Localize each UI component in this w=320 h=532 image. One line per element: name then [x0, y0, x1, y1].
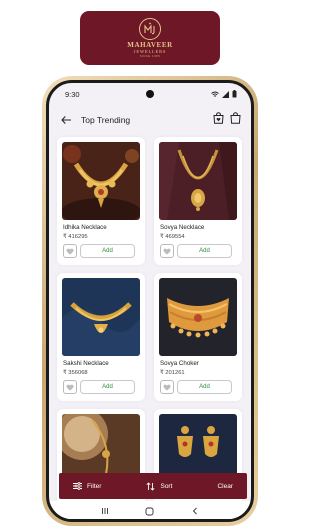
product-name: Idhika Necklace: [63, 224, 107, 231]
brand-tagline: SINCE 1985: [139, 54, 161, 58]
product-price: ₹ 356068: [63, 370, 88, 376]
signal-icon: [222, 90, 229, 98]
app-bar: Top Trending: [49, 107, 251, 133]
wifi-icon: [211, 91, 219, 97]
back-nav-icon[interactable]: [191, 507, 199, 515]
product-card[interactable]: Idhika Necklace ₹ 416295 Add: [57, 137, 145, 265]
brand-logo: MAHAVEER JEWELLERS SINCE 1985: [80, 11, 220, 65]
filter-button[interactable]: Filter: [73, 482, 101, 490]
product-image: [62, 142, 140, 220]
product-price: ₹ 469554: [160, 234, 185, 240]
add-button[interactable]: Add: [80, 244, 135, 258]
heart-icon: [66, 248, 74, 255]
back-button[interactable]: [59, 113, 73, 127]
product-image: [62, 278, 140, 356]
product-price: ₹ 416295: [63, 234, 88, 240]
arrow-left-icon: [61, 116, 71, 124]
shopping-bag-icon: [230, 112, 241, 124]
filter-icon: [73, 482, 82, 490]
product-image: [159, 278, 237, 356]
page: MAHAVEER JEWELLERS SINCE 1985 9:30 Top T…: [0, 0, 300, 532]
system-nav-bar: [49, 501, 251, 519]
product-name: Sovya Necklace: [160, 224, 205, 231]
product-image: [159, 142, 237, 220]
product-card[interactable]: Sovya Choker ₹ 201261 Add: [154, 273, 242, 401]
cart-button[interactable]: [230, 111, 241, 129]
sort-button[interactable]: Sort: [146, 481, 173, 491]
brand-name: MAHAVEER: [127, 41, 173, 49]
sort-label: Sort: [160, 482, 173, 490]
bag-heart-icon: [213, 112, 224, 124]
product-price: ₹ 201261: [160, 370, 185, 376]
heart-icon: [163, 384, 171, 391]
product-name: Sakshi Necklace: [63, 360, 109, 367]
add-button[interactable]: Add: [177, 244, 232, 258]
heart-icon: [66, 384, 74, 391]
battery-icon: [232, 90, 237, 98]
clear-button[interactable]: Clear: [217, 483, 233, 490]
status-time: 9:30: [65, 89, 80, 99]
product-card[interactable]: Sovya Necklace ₹ 469554 Add: [154, 137, 242, 265]
wishlist-toggle[interactable]: [160, 244, 174, 258]
phone-screen: 9:30 Top Trending Idhika Necklace ₹ 4162…: [46, 80, 254, 522]
wishlist-toggle[interactable]: [160, 380, 174, 394]
app-bar-actions: [213, 111, 241, 129]
wishlist-toggle[interactable]: [63, 380, 77, 394]
heart-icon: [163, 248, 171, 255]
add-button[interactable]: Add: [177, 380, 232, 394]
page-title: Top Trending: [81, 115, 131, 125]
home-icon[interactable]: [145, 507, 154, 516]
product-card[interactable]: Sakshi Necklace ₹ 356068 Add: [57, 273, 145, 401]
wishlist-toggle[interactable]: [63, 244, 77, 258]
phone-frame: 9:30 Top Trending Idhika Necklace ₹ 4162…: [42, 76, 258, 526]
product-name: Sovya Choker: [160, 360, 199, 367]
front-camera: [146, 90, 154, 98]
sort-icon: [146, 481, 156, 491]
clear-label: Clear: [217, 482, 233, 490]
status-icons: [211, 90, 237, 98]
wishlist-button[interactable]: [213, 111, 224, 129]
recents-icon[interactable]: [101, 507, 109, 515]
add-button[interactable]: Add: [80, 380, 135, 394]
filter-label: Filter: [87, 482, 102, 490]
monogram-icon: [139, 18, 161, 40]
filter-sort-bar: Filter Sort Clear: [59, 473, 247, 499]
